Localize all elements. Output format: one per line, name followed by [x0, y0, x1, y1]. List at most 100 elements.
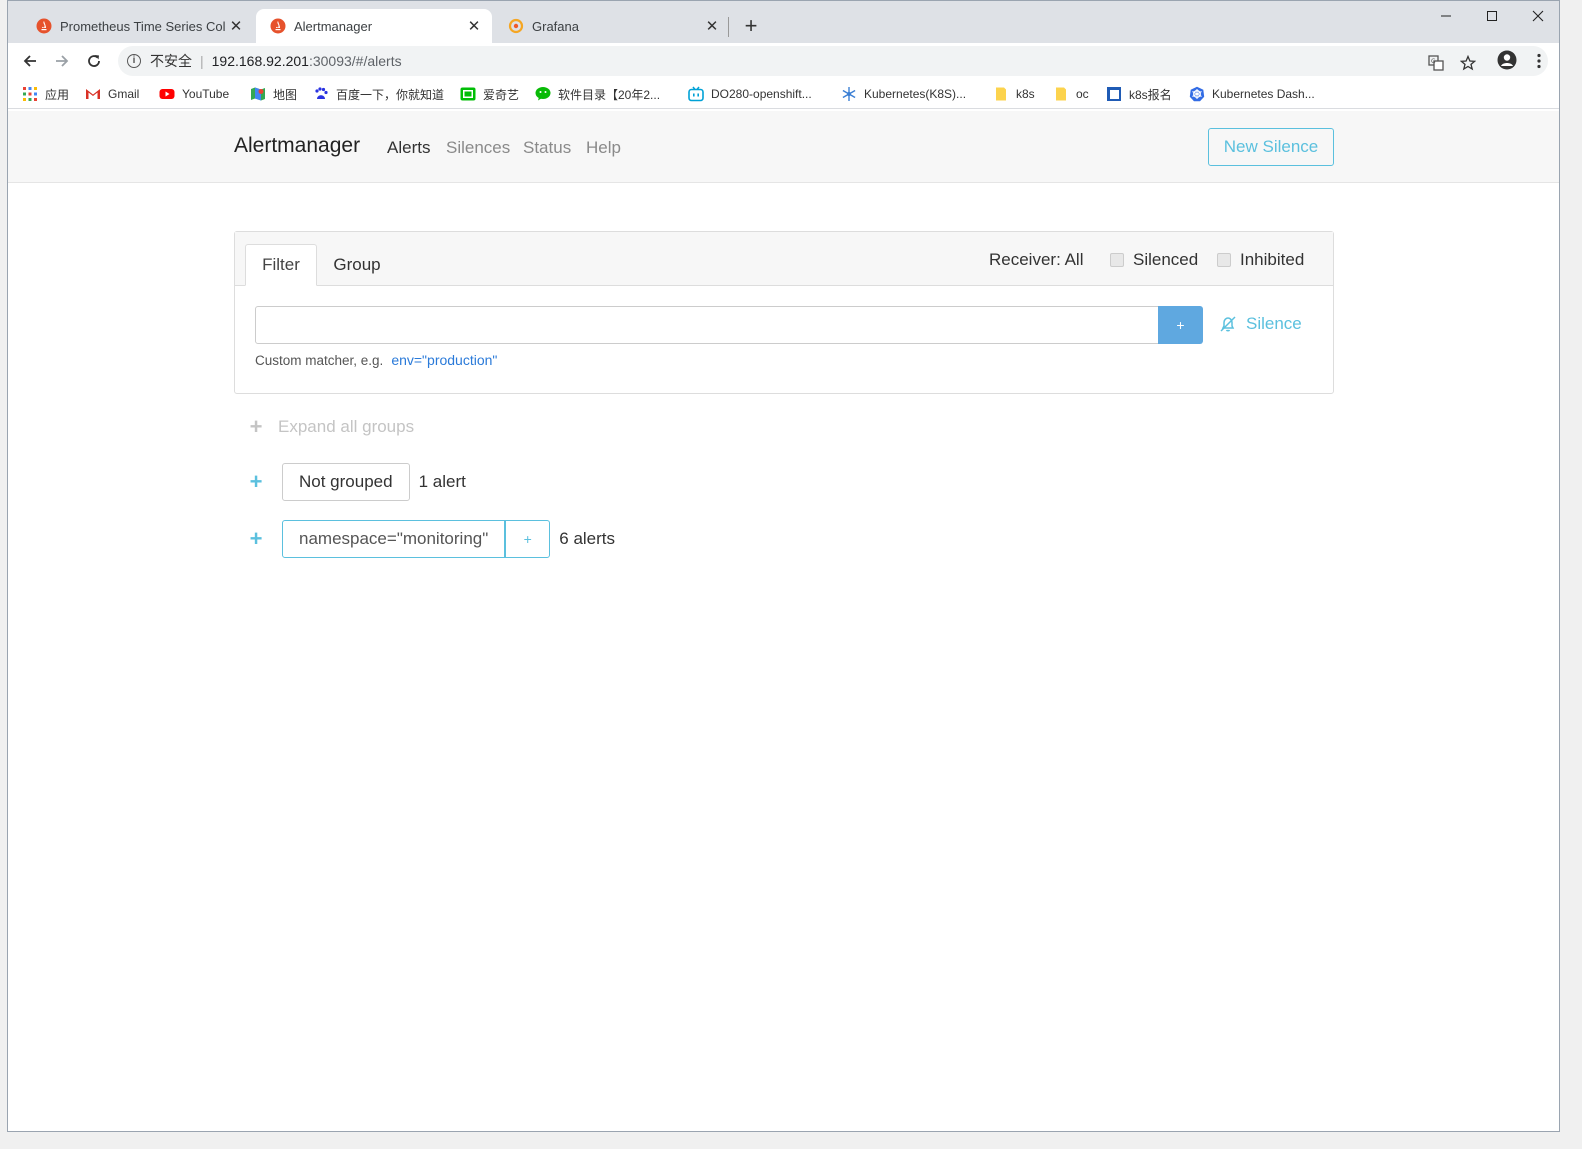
silenced-checkbox[interactable]: Silenced [1110, 250, 1198, 270]
bookmark-label: Gmail [108, 87, 140, 101]
info-icon[interactable]: i [127, 54, 141, 68]
bookmark-label: 百度一下，你就知道 [336, 87, 445, 102]
minimize-icon [1441, 15, 1451, 17]
wechat-icon [535, 87, 551, 101]
baidu-icon [315, 87, 328, 99]
tab-strip: Prometheus Time Series Colle ✕ Alertmana… [8, 1, 1559, 43]
bilibili-icon [688, 86, 704, 102]
bookmark-label: DO280-openshift... [711, 87, 812, 101]
security-label[interactable]: 不安全 [150, 51, 192, 71]
gmail-icon [86, 89, 100, 99]
tab-prometheus[interactable]: Prometheus Time Series Colle ✕ [22, 9, 254, 43]
reload-button[interactable] [81, 49, 107, 73]
tab-title: Prometheus Time Series Colle [60, 18, 226, 34]
folder-icon [996, 87, 1006, 101]
forward-button[interactable] [49, 49, 75, 73]
tab-grafana[interactable]: Grafana ✕ [494, 9, 730, 43]
youtube-icon [159, 89, 175, 99]
hint-text: Custom matcher, e.g. [255, 353, 384, 368]
url-host: 192.168.92.201 [211, 53, 309, 69]
add-filter-button[interactable]: + [1158, 306, 1203, 344]
close-icon[interactable]: ✕ [464, 17, 484, 35]
bookmark-label: Kubernetes Dash... [1212, 87, 1315, 101]
inhibited-checkbox[interactable]: Inhibited [1217, 250, 1304, 270]
expand-group-plus-icon[interactable]: + [248, 471, 264, 493]
bookmark-baidu[interactable]: 百度一下，你就知道 [313, 84, 444, 104]
star-icon[interactable] [1458, 53, 1478, 73]
maps-icon [251, 87, 265, 101]
bookmark-gmail[interactable]: Gmail [85, 84, 139, 104]
window-close-button[interactable] [1515, 1, 1559, 31]
tab-alertmanager[interactable]: Alertmanager ✕ [256, 9, 492, 43]
bookmarks-bar: 应用 Gmail YouTube 地图 百度一下，你就知道 爱奇艺 软件目录【2… [8, 79, 1559, 109]
minimize-button[interactable] [1423, 1, 1469, 31]
bookmark-k8s-signup[interactable]: k8s报名 [1106, 84, 1172, 104]
svg-text:G: G [1431, 58, 1436, 65]
tab-filter[interactable]: Filter [245, 244, 317, 286]
checkbox-label: Inhibited [1240, 250, 1305, 269]
bookmark-kubernetes-dashboard[interactable]: Kubernetes Dash... [1189, 84, 1315, 104]
checkbox-box[interactable] [1110, 253, 1124, 267]
profile-button[interactable] [1494, 48, 1520, 72]
plus-icon: + [249, 414, 263, 439]
bookmark-folder-k8s[interactable]: k8s [993, 84, 1035, 104]
arrow-left-icon [23, 55, 36, 67]
apps-grid-icon [23, 87, 37, 101]
prometheus-icon [36, 18, 52, 34]
translate-icon[interactable]: G [1426, 53, 1446, 73]
bookmark-label: Kubernetes(K8S)... [864, 87, 967, 101]
bookmark-kubernetes-k8s[interactable]: Kubernetes(K8S)... [841, 84, 966, 104]
nav-status[interactable]: Status [523, 138, 571, 158]
iqiyi-icon [460, 87, 476, 101]
bookmark-square-icon [1107, 87, 1121, 101]
group-label-button[interactable]: Not grouped [282, 463, 410, 501]
bookmark-apps[interactable]: 应用 [22, 84, 69, 104]
expand-all-groups[interactable]: + Expand all groups [248, 414, 415, 439]
tab-title: Alertmanager [294, 18, 373, 34]
arrow-right-icon [56, 55, 69, 67]
nav-silences[interactable]: Silences [446, 138, 510, 158]
bookmark-label: k8s报名 [1129, 87, 1172, 102]
bookmark-label: k8s [1016, 87, 1035, 101]
tab-title: Grafana [532, 18, 579, 34]
close-icon[interactable]: ✕ [226, 17, 246, 35]
close-icon[interactable]: ✕ [702, 17, 722, 35]
nav-help[interactable]: Help [586, 138, 621, 158]
alertmanager-page: Alertmanager Alerts Silences Status Help… [8, 111, 1559, 1131]
bookmark-youtube[interactable]: YouTube [159, 84, 229, 104]
receiver-selector[interactable]: Receiver: All [989, 250, 1083, 270]
new-silence-button[interactable]: New Silence [1208, 128, 1334, 166]
grafana-icon [508, 18, 524, 34]
maximize-button[interactable] [1469, 1, 1515, 31]
bookmark-label: 地图 [273, 87, 298, 102]
bookmark-software-catalog[interactable]: 软件目录【20年2... [535, 84, 660, 104]
back-button[interactable] [17, 49, 43, 73]
bookmark-folder-oc[interactable]: oc [1053, 84, 1089, 104]
filter-card-header: Filter Group Receiver: All Silenced Inhi… [235, 232, 1333, 286]
silence-link[interactable]: Silence [1218, 314, 1302, 334]
kubernetes-helm-icon [1189, 86, 1205, 102]
more-vert-icon [1537, 53, 1541, 69]
nav-alerts[interactable]: Alerts [387, 138, 430, 158]
bookmark-label: 爱奇艺 [483, 87, 520, 102]
filter-card: Filter Group Receiver: All Silenced Inhi… [234, 231, 1334, 394]
silence-link-label: Silence [1246, 314, 1302, 333]
checkbox-box[interactable] [1217, 253, 1231, 267]
close-icon [1532, 10, 1544, 22]
menu-button[interactable] [1526, 49, 1552, 73]
bookmark-iqiyi[interactable]: 爱奇艺 [460, 84, 519, 104]
filter-matcher-input[interactable] [255, 306, 1159, 344]
address-bar[interactable]: i 不安全 | 192.168.92.201:30093/#/alerts G [118, 46, 1548, 76]
prometheus-icon [270, 18, 286, 34]
expand-group-plus-icon[interactable]: + [248, 528, 264, 550]
tab-group[interactable]: Group [325, 244, 389, 286]
bookmark-maps[interactable]: 地图 [250, 84, 297, 104]
folder-icon [1056, 87, 1066, 101]
add-group-filter-button[interactable]: + [505, 520, 551, 558]
brand-title[interactable]: Alertmanager [234, 134, 360, 158]
new-tab-button[interactable]: + [741, 13, 761, 39]
group-label-button[interactable]: namespace="monitoring" [282, 520, 506, 558]
browser-toolbar: i 不安全 | 192.168.92.201:30093/#/alerts G [8, 43, 1559, 79]
bookmark-do280[interactable]: DO280-openshift... [688, 84, 812, 104]
hint-example-link[interactable]: env="production" [391, 352, 497, 368]
